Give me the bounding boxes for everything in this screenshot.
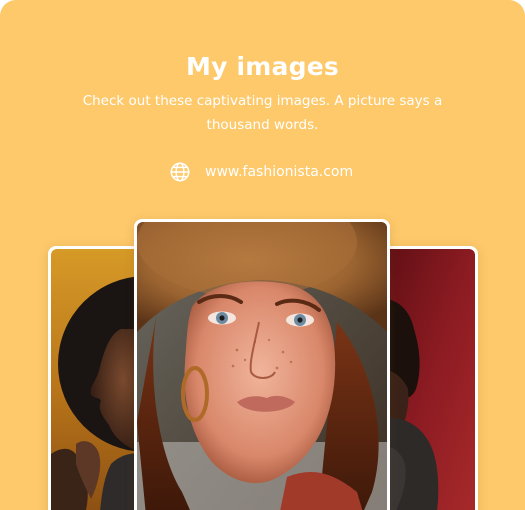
portrait-profile-image [51, 249, 145, 510]
globe-icon [169, 161, 191, 183]
website-link-row[interactable]: www.fashionista.com [169, 160, 353, 184]
page-subtitle: Check out these captivating images. A pi… [82, 93, 443, 133]
page-title: My images [186, 52, 339, 81]
portrait-straw-hat-image [137, 222, 387, 510]
gallery-card: My images Check out these captivating im… [0, 0, 525, 510]
website-link[interactable]: www.fashionista.com [205, 161, 353, 183]
gallery-image-right[interactable] [377, 246, 478, 510]
gallery-image-center[interactable] [134, 219, 390, 510]
gallery-image-left[interactable] [48, 246, 148, 510]
portrait-red-background-image [380, 249, 475, 510]
